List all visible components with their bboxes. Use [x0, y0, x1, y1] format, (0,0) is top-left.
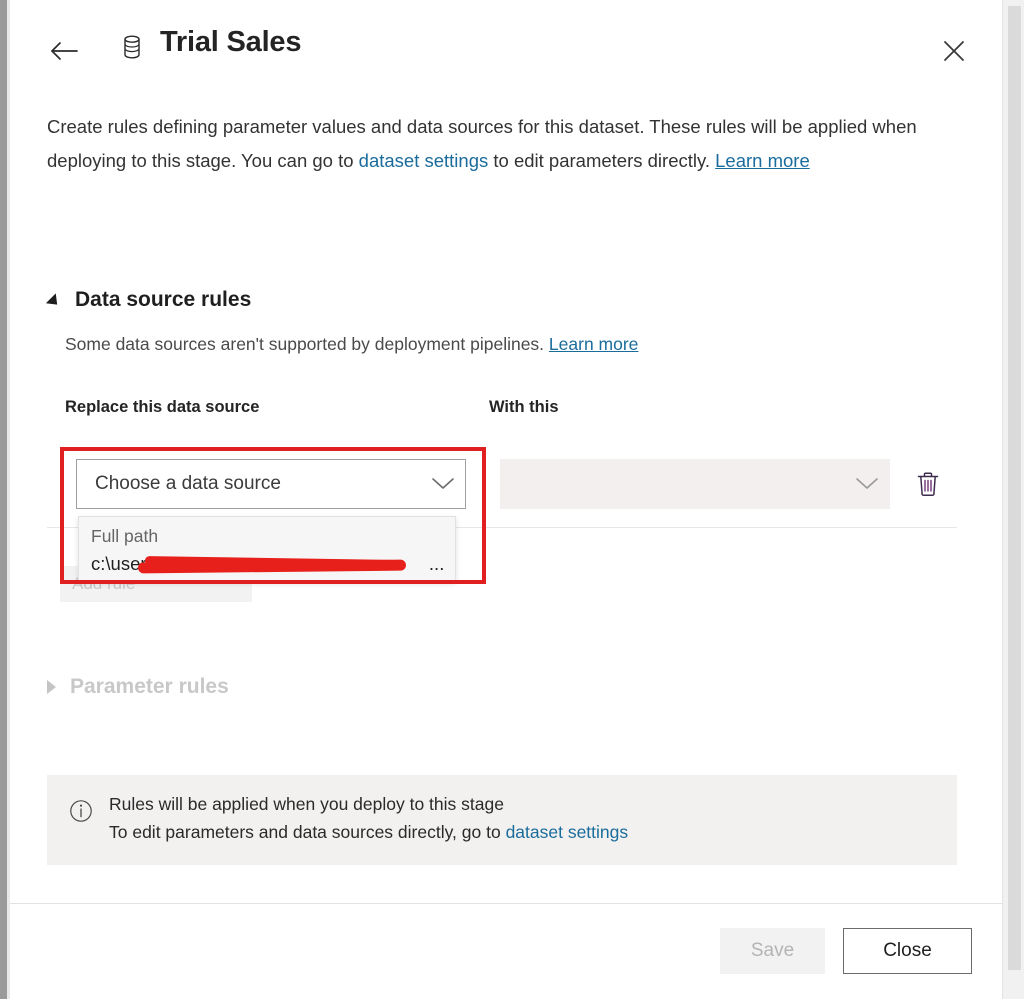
database-icon: [118, 31, 146, 63]
footer-divider: [10, 903, 1003, 904]
parameter-rules-section-toggle[interactable]: Parameter rules: [47, 675, 229, 699]
data-source-rules-subtitle: Some data sources aren't supported by de…: [65, 334, 638, 355]
info-banner-line-2: To edit parameters and data sources dire…: [109, 822, 628, 843]
subtitle-learn-more-link[interactable]: Learn more: [549, 334, 639, 354]
panel-header: Trial Sales: [10, 0, 1003, 104]
source-dropdown-value: Choose a data source: [95, 473, 281, 494]
info-icon: [69, 799, 93, 823]
window-left-border: [0, 0, 7, 999]
description-text-2: to edit parameters directly.: [488, 150, 716, 171]
close-button[interactable]: Close: [843, 928, 972, 974]
chevron-down-icon: [845, 477, 889, 491]
data-source-rules-title: Data source rules: [75, 288, 252, 311]
triangle-down-icon: [45, 293, 63, 310]
info-banner-line-1: Rules will be applied when you deploy to…: [109, 794, 504, 814]
column-header-replace: Replace this data source: [65, 398, 260, 416]
screenshot-root: Trial Sales Create rules defining parame…: [0, 0, 1024, 999]
data-source-rules-section-toggle[interactable]: Data source rules: [45, 288, 252, 312]
close-icon[interactable]: [935, 32, 973, 70]
deployment-rules-panel: Trial Sales Create rules defining parame…: [10, 0, 1003, 999]
page-title: Trial Sales: [160, 26, 302, 58]
subtitle-text: Some data sources aren't supported by de…: [65, 334, 549, 354]
scrollbar-thumb[interactable]: [1008, 6, 1021, 970]
triangle-right-icon: [47, 680, 56, 694]
target-data-source-dropdown[interactable]: [500, 459, 890, 509]
trash-icon[interactable]: [909, 465, 947, 503]
info-banner: Rules will be applied when you deploy to…: [47, 775, 957, 865]
learn-more-link[interactable]: Learn more: [715, 150, 810, 171]
panel-description: Create rules defining parameter values a…: [47, 110, 957, 178]
column-header-with-this: With this: [489, 398, 559, 416]
tooltip-label: Full path: [91, 526, 159, 546]
source-data-source-dropdown[interactable]: Choose a data source: [76, 459, 466, 509]
vertical-scrollbar[interactable]: [1002, 0, 1024, 999]
full-path-tooltip: Full path c:\users\...: [78, 516, 456, 582]
parameter-rules-title: Parameter rules: [70, 675, 229, 698]
info-banner-dataset-settings-link[interactable]: dataset settings: [506, 822, 629, 842]
chevron-down-icon: [421, 477, 465, 491]
info-banner-line-2-text: To edit parameters and data sources dire…: [109, 822, 506, 842]
data-source-rule-row: Choose a data source: [47, 441, 957, 528]
dataset-settings-link[interactable]: dataset settings: [359, 150, 489, 171]
back-arrow-icon[interactable]: [47, 34, 81, 68]
save-button[interactable]: Save: [720, 928, 825, 974]
